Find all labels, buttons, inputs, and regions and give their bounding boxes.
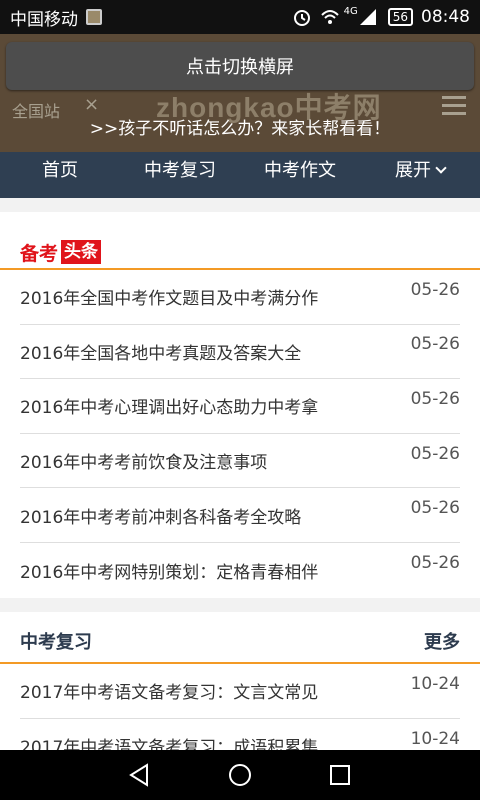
- nav-exam-essay[interactable]: 中考作文: [240, 152, 360, 198]
- home-icon[interactable]: [227, 762, 253, 788]
- chevron-down-icon: [435, 162, 447, 174]
- news-item[interactable]: 2017年中考语文备考复习：文言文常见 10-24: [20, 664, 460, 719]
- news-date: 10-24: [410, 728, 460, 749]
- news-date: 05-26: [410, 334, 460, 355]
- news-list: 2016年全国中考作文题目及中考满分作 05-26 2016年全国各地中考真题及…: [20, 270, 460, 598]
- section-divider: [0, 598, 480, 612]
- close-icon[interactable]: ×: [84, 94, 99, 115]
- news-item[interactable]: 2016年中考考前饮食及注意事项 05-26: [20, 434, 460, 489]
- news-date: 05-26: [410, 498, 460, 519]
- news-date: 05-26: [410, 553, 460, 574]
- nav-home[interactable]: 首页: [0, 152, 120, 198]
- signal-icon: [359, 9, 376, 25]
- news-date: 10-24: [410, 673, 460, 694]
- headline-section: 备考 头条 2016年全国中考作文题目及中考满分作 05-26 2016年全国各…: [0, 212, 480, 598]
- news-date: 05-26: [410, 388, 460, 409]
- section-title-part1: 备考: [20, 242, 59, 265]
- menu-icon[interactable]: [442, 96, 466, 116]
- news-title: 2016年中考网特别策划：定格青春相伴: [20, 562, 319, 583]
- section-divider: [0, 198, 480, 212]
- alarm-icon: [293, 10, 310, 26]
- news-item[interactable]: 2016年中考考前冲刺各科备考全攻略 05-26: [20, 488, 460, 543]
- promo-banner-link[interactable]: >>孩子不听话怎么办？来家长帮看看！: [0, 114, 480, 139]
- back-icon[interactable]: [127, 762, 153, 788]
- status-bar: 中国移动 4G 56 08:48: [0, 0, 480, 34]
- news-item[interactable]: 2016年全国中考作文题目及中考满分作 05-26: [20, 270, 460, 325]
- site-header: 点击切换横屏 全国站 × zhongkao中考网 >>孩子不听话怎么办？来家长帮…: [0, 34, 480, 152]
- carrier-name: 中国移动: [10, 9, 78, 30]
- section-title: 中考复习 更多: [0, 612, 480, 664]
- landscape-toggle-button[interactable]: 点击切换横屏: [6, 42, 474, 90]
- section-title: 备考 头条: [0, 212, 480, 270]
- news-title: 2016年全国各地中考真题及答案大全: [20, 343, 302, 364]
- network-type: 4G: [343, 5, 358, 17]
- more-link[interactable]: 更多: [424, 628, 460, 654]
- main-nav: 首页 中考复习 中考作文 展开: [0, 152, 480, 198]
- recents-icon[interactable]: [327, 762, 353, 788]
- nav-expand-label: 展开: [395, 160, 431, 181]
- system-nav-bar: [0, 750, 480, 800]
- news-title: 2016年中考心理调出好心态助力中考拿: [20, 398, 319, 419]
- news-title: 2016年中考考前饮食及注意事项: [20, 453, 268, 474]
- nav-exam-review[interactable]: 中考复习: [120, 152, 240, 198]
- news-title: 2016年中考考前冲刺各科备考全攻略: [20, 507, 302, 528]
- clock: 08:48: [421, 7, 470, 27]
- news-item[interactable]: 2016年中考心理调出好心态助力中考拿 05-26: [20, 379, 460, 434]
- news-date: 05-26: [410, 443, 460, 464]
- review-section: 中考复习 更多 2017年中考语文备考复习：文言文常见 10-24 2017年中…: [0, 612, 480, 773]
- section-title-part2: 头条: [61, 240, 102, 264]
- nav-expand[interactable]: 展开: [360, 152, 480, 198]
- news-title: 2016年全国中考作文题目及中考满分作: [20, 289, 319, 310]
- news-date: 05-26: [410, 279, 460, 300]
- news-item[interactable]: 2016年全国各地中考真题及答案大全 05-26: [20, 325, 460, 380]
- section-title-text: 中考复习: [20, 632, 92, 653]
- sim-app-icon: [86, 9, 102, 25]
- news-item[interactable]: 2016年中考网特别策划：定格青春相伴 05-26: [20, 543, 460, 598]
- wifi-icon: [320, 10, 339, 24]
- news-title: 2017年中考语文备考复习：文言文常见: [20, 683, 319, 704]
- battery-level: 56: [387, 8, 413, 26]
